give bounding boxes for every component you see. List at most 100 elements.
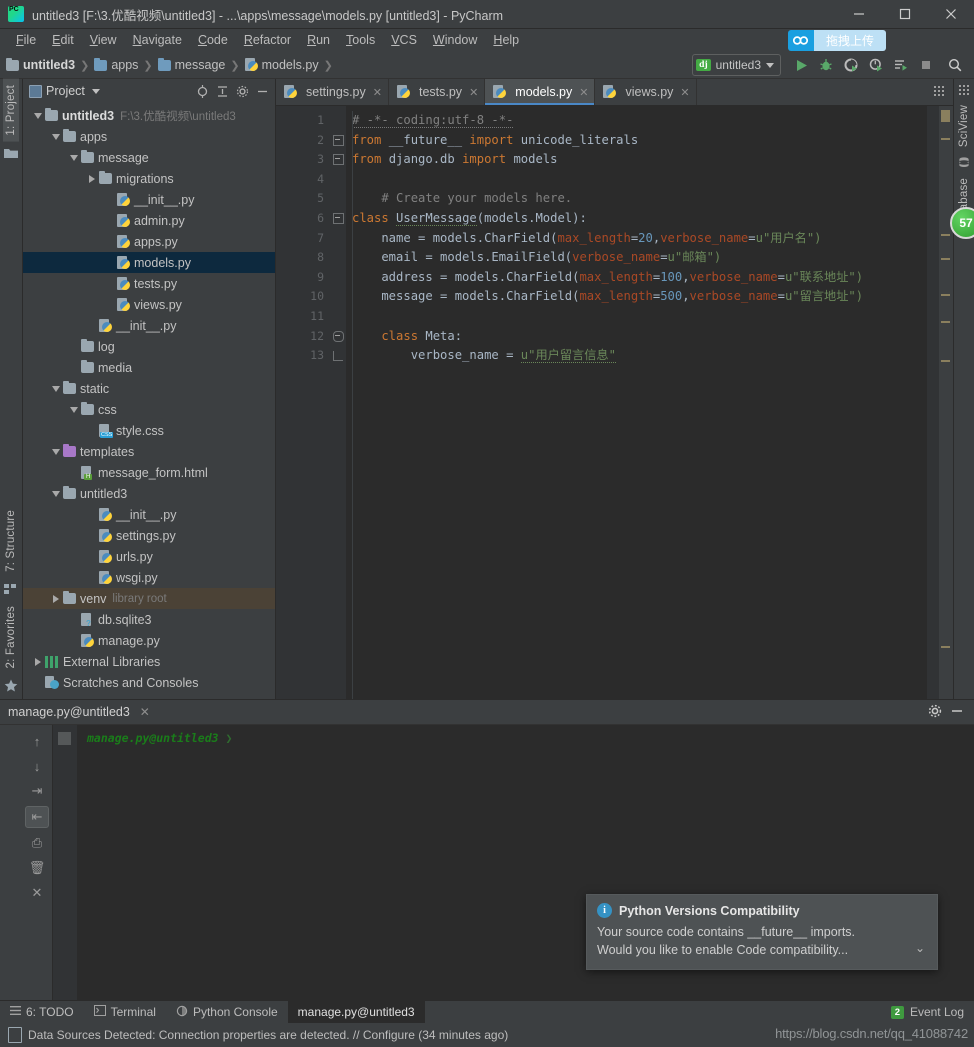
attach-button[interactable] [890, 55, 912, 75]
tree-item--init-py[interactable]: __init__.py [23, 315, 275, 336]
breadcrumb-item-apps[interactable]: apps ❯ [94, 57, 157, 72]
menu-item-edit[interactable]: Edit [44, 29, 82, 52]
console-tab-close-icon[interactable]: ✕ [140, 705, 150, 719]
editor-tab-views-py[interactable]: views.py ✕ [595, 79, 697, 105]
menu-item-help[interactable]: Help [485, 29, 527, 52]
profile-button[interactable] [865, 55, 887, 75]
close-icon[interactable]: ✕ [373, 86, 382, 99]
console-tab-label[interactable]: manage.py@untitled3 [8, 705, 130, 719]
menu-item-view[interactable]: View [82, 29, 125, 52]
tree-item-admin-py[interactable]: admin.py [23, 210, 275, 231]
upload-button-label[interactable]: 拖拽上传 [813, 30, 886, 51]
tree-item-media[interactable]: media [23, 357, 275, 378]
fold-marker[interactable] [330, 209, 346, 229]
tree-item-settings-py[interactable]: settings.py [23, 525, 275, 546]
project-tree[interactable]: untitled3 F:\3.优酷视频\untitled3 apps message m… [23, 103, 275, 699]
clear-all-icon[interactable]: 🗑 [26, 858, 48, 878]
chevron-down-icon[interactable] [49, 490, 63, 497]
target-icon[interactable] [193, 82, 211, 100]
tree-item-style-css[interactable]: style.css [23, 420, 275, 441]
tree-item-venv[interactable]: venv library root [23, 588, 275, 609]
print-icon[interactable]: ⎙ [26, 833, 48, 853]
hide-panel-icon[interactable] [253, 82, 271, 100]
up-arrow-icon[interactable]: ↑ [26, 731, 48, 751]
tree-item-urls-py[interactable]: urls.py [23, 546, 275, 567]
stop-button[interactable] [915, 55, 937, 75]
toolwindow-manage-py[interactable]: manage.py@untitled3 [287, 1001, 425, 1023]
down-arrow-icon[interactable]: ↓ [26, 756, 48, 776]
chevron-right-icon[interactable] [85, 174, 99, 183]
close-icon[interactable]: ✕ [579, 86, 588, 99]
menu-item-window[interactable]: Window [425, 29, 485, 52]
tree-item-apps-py[interactable]: apps.py [23, 231, 275, 252]
close-icon[interactable]: ✕ [469, 86, 478, 99]
tree-item-models-py[interactable]: models.py [23, 252, 275, 273]
fold-marker[interactable] [330, 346, 346, 366]
tree-item--init-py[interactable]: __init__.py [23, 189, 275, 210]
toolwindow-terminal[interactable]: Terminal [84, 1001, 166, 1023]
code-folding-gutter[interactable] [330, 106, 346, 699]
close-button[interactable] [928, 0, 974, 28]
editor-tab-models-py[interactable]: models.py ✕ [485, 79, 596, 105]
sidebar-tab-project[interactable]: 1: Project [3, 79, 19, 142]
notification-balloon[interactable]: i Python Versions Compatibility Your sou… [586, 894, 938, 970]
chevron-down-icon[interactable] [49, 133, 63, 140]
tree-item-scratches-and-consoles[interactable]: Scratches and Consoles [23, 672, 275, 693]
menu-item-run[interactable]: Run [299, 29, 338, 52]
debug-button[interactable] [815, 55, 837, 75]
menu-item-navigate[interactable]: Navigate [125, 29, 190, 52]
tree-item-message-form-html[interactable]: message_form.html [23, 462, 275, 483]
chevron-down-icon[interactable] [67, 154, 81, 161]
fold-marker[interactable] [330, 327, 346, 347]
chevron-right-icon[interactable] [31, 657, 45, 666]
run-configuration-selector[interactable]: dj untitled3 [692, 54, 781, 76]
tree-item-db-sqlite3[interactable]: db.sqlite3 [23, 609, 275, 630]
breadcrumb-item-message[interactable]: message ❯ [157, 57, 245, 72]
menu-item-code[interactable]: Code [190, 29, 236, 52]
hide-console-icon[interactable] [950, 704, 964, 721]
tree-item-tests-py[interactable]: tests.py [23, 273, 275, 294]
menu-item-file[interactable]: File [8, 29, 44, 52]
fold-marker[interactable] [330, 150, 346, 170]
fold-marker[interactable] [330, 131, 346, 151]
minimize-button[interactable] [836, 0, 882, 28]
tree-item--init-py[interactable]: __init__.py [23, 504, 275, 525]
scrollbar-thumb[interactable] [941, 110, 950, 122]
breadcrumb-item-models-py[interactable]: models.py ❯ [244, 58, 338, 72]
editor-tabs-grid-icon[interactable] [927, 79, 953, 105]
tree-item-views-py[interactable]: views.py [23, 294, 275, 315]
settings-gear-icon[interactable] [233, 82, 251, 100]
tree-item-log[interactable]: log [23, 336, 275, 357]
tree-item-wsgi-py[interactable]: wsgi.py [23, 567, 275, 588]
editor-tab-tests-py[interactable]: tests.py ✕ [389, 79, 486, 105]
tree-item-static[interactable]: static [23, 378, 275, 399]
tree-item-external-libraries[interactable]: External Libraries [23, 651, 275, 672]
notification-count-badge[interactable]: 57 [950, 207, 974, 239]
sidebar-tab-favorites[interactable]: 2: Favorites [3, 600, 19, 674]
project-view-chevron-icon[interactable] [91, 88, 100, 94]
soft-wrap-icon[interactable]: ⇥ [26, 781, 48, 801]
code-text-area[interactable]: # -*- coding:utf-8 -*- from __future__ im… [346, 106, 927, 699]
menu-item-tools[interactable]: Tools [338, 29, 383, 52]
breadcrumb-item-untitled3[interactable]: untitled3 ❯ [6, 57, 94, 72]
upload-widget[interactable]: 拖拽上传 [787, 30, 886, 51]
toolwindow-todo[interactable]: 6: TODO [0, 1001, 84, 1023]
menu-item-vcs[interactable]: VCS [383, 29, 425, 52]
chevron-right-icon[interactable] [49, 594, 63, 603]
chevron-down-icon[interactable] [49, 448, 63, 455]
editor-scrollbar[interactable] [939, 106, 953, 699]
tree-item-templates[interactable]: templates [23, 441, 275, 462]
close-icon[interactable]: ✕ [26, 883, 48, 903]
chevron-down-icon[interactable] [31, 112, 45, 119]
chevron-down-icon[interactable] [67, 406, 81, 413]
run-with-coverage-button[interactable] [840, 55, 862, 75]
chevron-down-icon[interactable]: ⌄ [915, 939, 925, 957]
tree-item-message[interactable]: message [23, 147, 275, 168]
sidebar-tab-sciview[interactable]: SciView [956, 99, 972, 153]
event-log-label[interactable]: Event Log [910, 1005, 964, 1019]
console-settings-gear-icon[interactable] [928, 704, 942, 721]
maximize-button[interactable] [882, 0, 928, 28]
run-button[interactable] [790, 55, 812, 75]
tree-item-apps[interactable]: apps [23, 126, 275, 147]
scroll-to-end-icon[interactable]: ⇤ [25, 806, 49, 828]
